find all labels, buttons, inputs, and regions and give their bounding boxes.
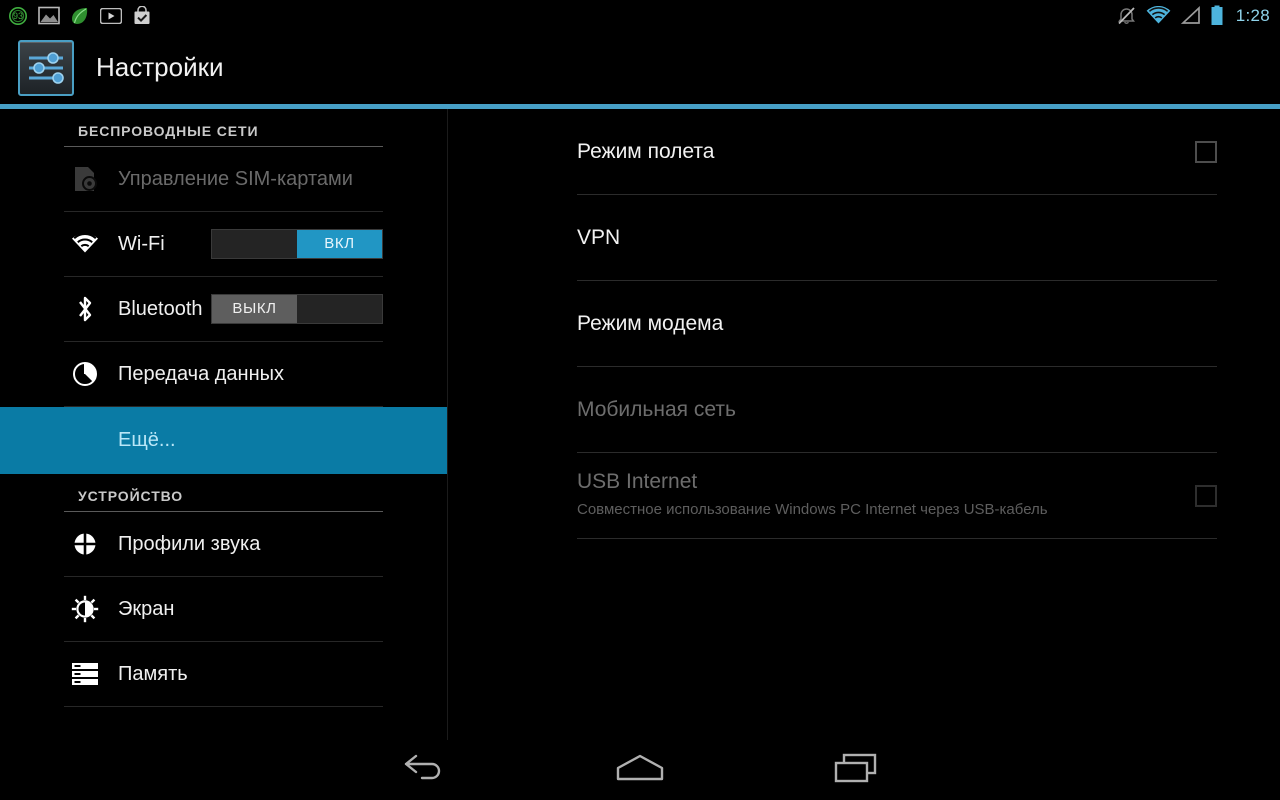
pref-title: Режим модема	[577, 311, 724, 335]
pref-texts: Режим полета	[577, 140, 1175, 164]
sidebar-item-bluetooth[interactable]: Bluetooth ВЫКЛ	[64, 277, 383, 342]
more-settings-list[interactable]: Режим полета VPN Режим модема Мобильная …	[449, 109, 1280, 740]
bluetooth-toggle-label: ВЫКЛ	[212, 295, 297, 323]
back-button[interactable]	[316, 740, 532, 800]
pref-texts: VPN	[577, 226, 1217, 250]
leaf-app-icon	[70, 6, 90, 26]
sidebar-item-label: Память	[118, 662, 188, 685]
wifi-icon	[64, 233, 106, 255]
sidebar-section-header-device: УСТРОЙСТВО	[64, 474, 383, 512]
sidebar-item-label: Передача данных	[118, 362, 285, 385]
pref-title: Режим полета	[577, 139, 715, 163]
home-icon	[614, 753, 666, 788]
sim-card-icon	[64, 165, 106, 193]
page-title: Настройки	[96, 52, 224, 82]
sidebar-item-data-usage[interactable]: Передача данных	[64, 342, 383, 407]
sidebar-section-header-wireless: БЕСПРОВОДНЫЕ СЕТИ	[64, 109, 383, 147]
gallery-icon	[38, 6, 60, 25]
settings-sidebar[interactable]: БЕСПРОВОДНЫЕ СЕТИ Управление SIM-картами	[0, 109, 448, 740]
recent-apps-icon	[833, 752, 879, 789]
pref-title: VPN	[577, 225, 621, 249]
sidebar-item-label: Управление SIM-картами	[118, 167, 353, 190]
pref-vpn[interactable]: VPN	[577, 195, 1217, 281]
display-brightness-icon	[64, 595, 106, 623]
battery-icon	[1210, 5, 1224, 26]
pref-texts: USB Internet Совместное использование Wi…	[577, 470, 1175, 520]
pref-texts: Режим модема	[577, 312, 1217, 336]
back-arrow-icon	[402, 753, 446, 788]
pref-title: Мобильная сеть	[577, 397, 736, 421]
pref-tethering[interactable]: Режим модема	[577, 281, 1217, 367]
action-bar: Настройки	[0, 31, 1280, 104]
sidebar-item-storage[interactable]: Память	[64, 642, 383, 707]
pref-usb-internet[interactable]: USB Internet Совместное использование Wi…	[577, 453, 1217, 539]
battery-percent-badge-icon: 93	[8, 6, 28, 26]
status-bar-notification-icons: 93	[8, 5, 152, 26]
system-navigation-bar[interactable]	[0, 740, 1280, 800]
youtube-icon	[100, 7, 122, 24]
sidebar-item-audio-profiles[interactable]: Профили звука	[64, 512, 383, 577]
recents-button[interactable]	[748, 740, 964, 800]
status-bar-system-icons: 1:28	[1116, 5, 1270, 26]
status-bar[interactable]: 93 1:28	[0, 0, 1280, 31]
settings-sliders-icon[interactable]	[18, 39, 74, 96]
storage-icon	[64, 662, 106, 686]
audio-profiles-icon	[64, 531, 106, 557]
sidebar-item-label: Bluetooth	[118, 297, 203, 320]
bluetooth-toggle-switch[interactable]: ВЫКЛ	[211, 294, 383, 324]
sidebar-item-label: Экран	[118, 597, 175, 620]
sidebar-item-label: Wi-Fi	[118, 232, 165, 255]
pref-summary: Совместное использование Windows PC Inte…	[577, 501, 1048, 519]
battery-percent-value: 93	[12, 10, 23, 21]
checkmark-bag-icon	[132, 5, 152, 26]
wifi-icon	[1146, 6, 1171, 25]
bluetooth-icon	[64, 294, 106, 324]
sidebar-item-wifi[interactable]: Wi-Fi ВКЛ	[64, 212, 383, 277]
sidebar-item-display[interactable]: Экран	[64, 577, 383, 642]
pref-mobile-network[interactable]: Мобильная сеть	[577, 367, 1217, 453]
cellular-signal-icon	[1180, 6, 1201, 25]
sidebar-item-label: Ещё...	[118, 429, 176, 451]
wifi-toggle-label: ВКЛ	[297, 230, 382, 258]
pref-texts: Мобильная сеть	[577, 398, 1217, 422]
home-button[interactable]	[532, 740, 748, 800]
sidebar-item-sim-management[interactable]: Управление SIM-картами	[64, 147, 383, 212]
sidebar-item-more[interactable]: Ещё...	[0, 407, 447, 474]
wifi-toggle-switch[interactable]: ВКЛ	[211, 229, 383, 259]
ringer-muted-icon	[1116, 5, 1137, 26]
pref-title: USB Internet	[577, 470, 698, 494]
usb-internet-checkbox[interactable]	[1195, 484, 1217, 507]
status-bar-clock: 1:28	[1235, 5, 1270, 25]
pref-airplane-mode[interactable]: Режим полета	[577, 109, 1217, 195]
sidebar-item-label: Профили звука	[118, 532, 261, 555]
main-split-view: БЕСПРОВОДНЫЕ СЕТИ Управление SIM-картами	[0, 109, 1280, 740]
data-usage-pie-icon	[64, 361, 106, 387]
airplane-mode-checkbox[interactable]	[1195, 140, 1217, 163]
